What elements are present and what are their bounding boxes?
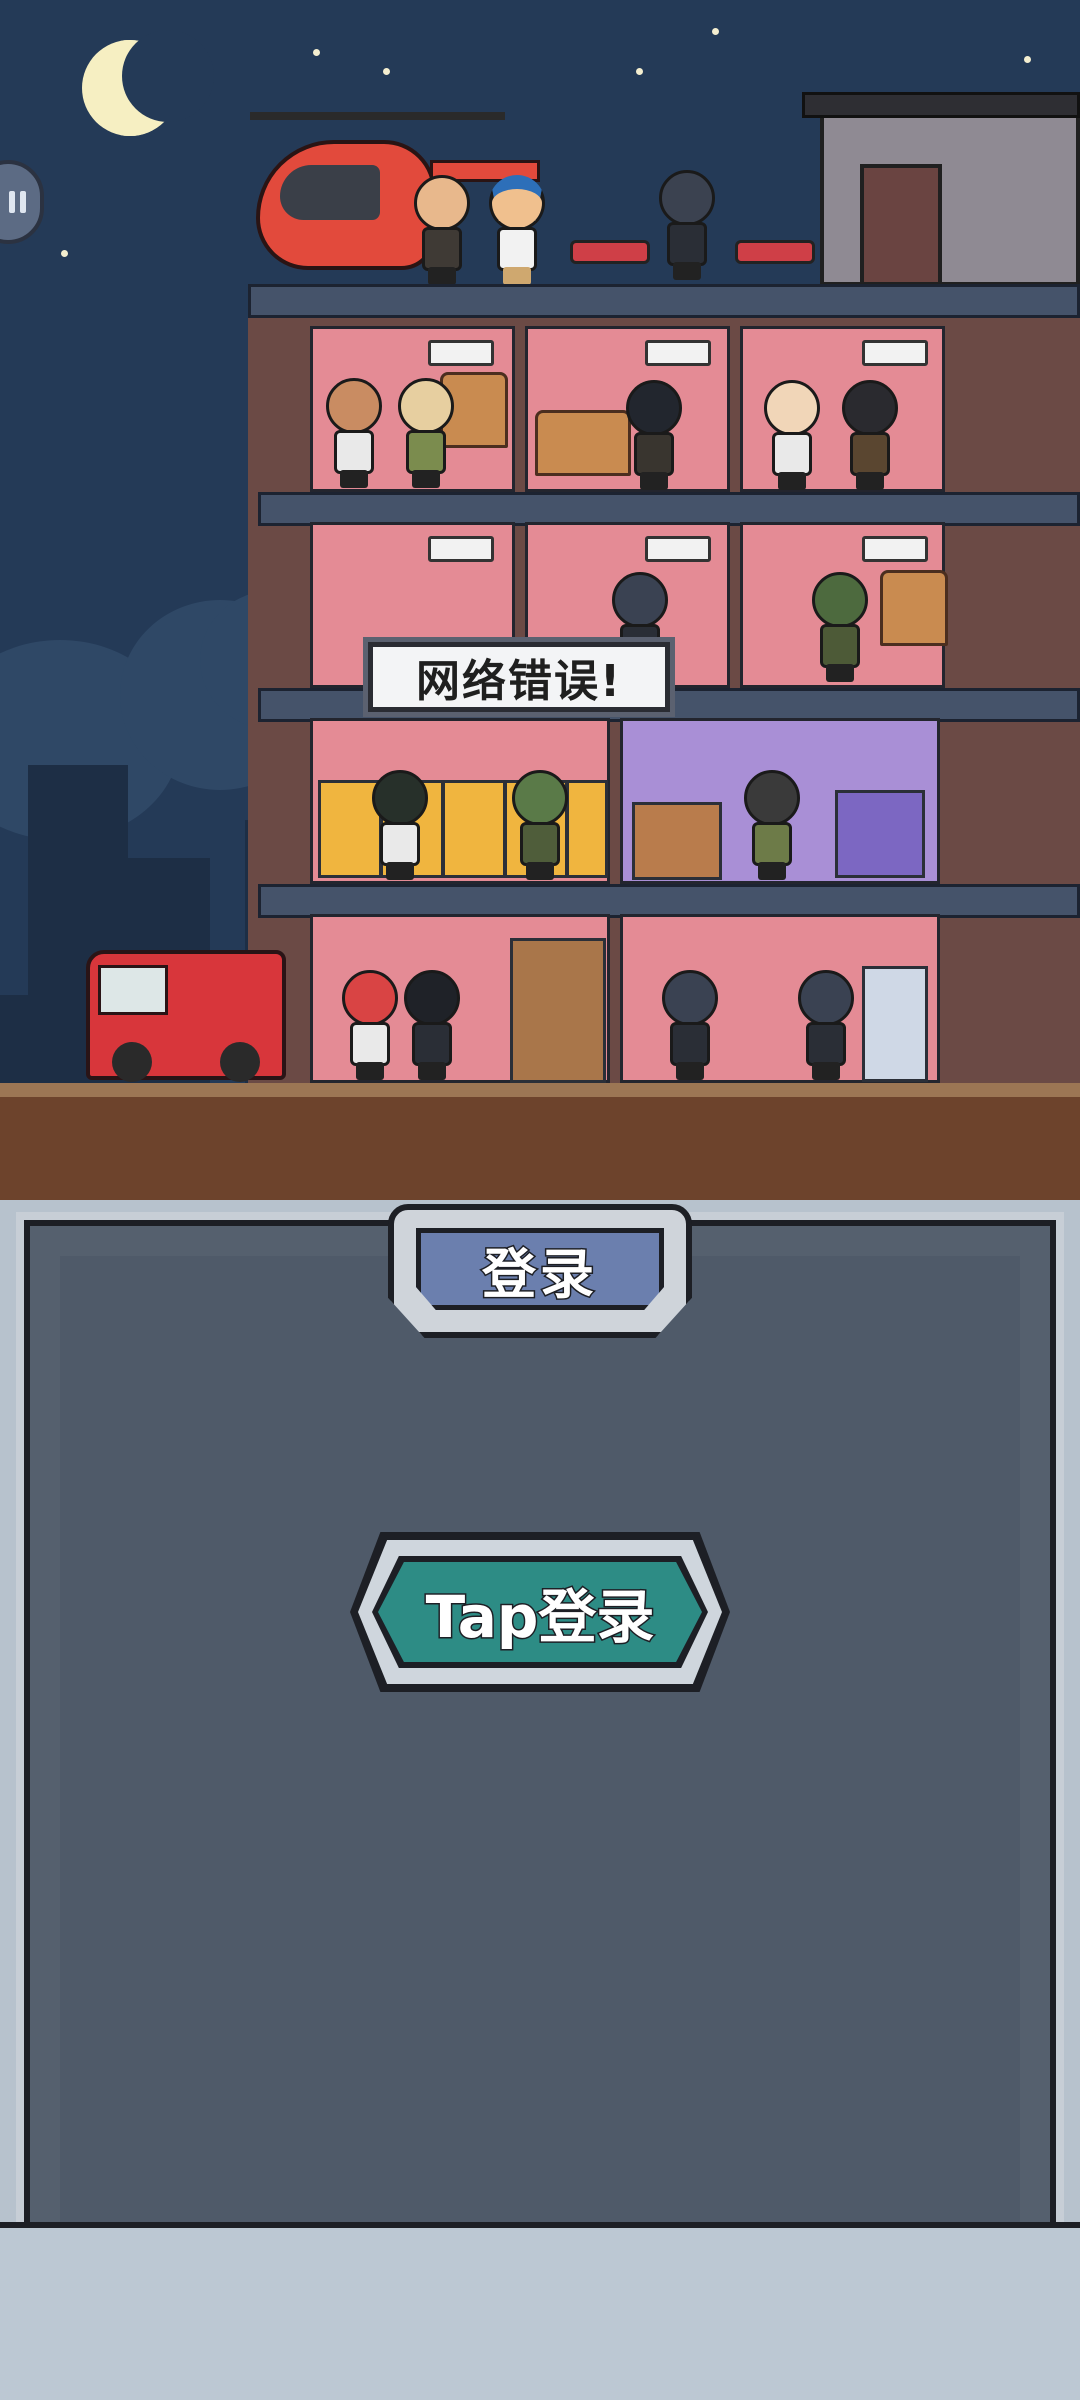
star <box>61 250 68 257</box>
air-conditioner <box>645 536 711 562</box>
character <box>794 970 858 1080</box>
display-cabinet <box>510 938 606 1083</box>
air-conditioner <box>862 340 928 366</box>
character <box>394 378 458 488</box>
bed <box>535 410 631 476</box>
character <box>740 770 804 880</box>
tap-login-label: Tap登录 <box>424 1582 656 1653</box>
pause-button[interactable] <box>0 160 44 244</box>
medical-shelf <box>862 966 928 1082</box>
tap-login-button[interactable]: Tap登录 <box>350 1532 730 1692</box>
floor-slab <box>258 884 1080 918</box>
tool-bench <box>632 802 722 880</box>
air-conditioner <box>645 340 711 366</box>
roof-floor <box>248 284 1080 318</box>
character <box>322 378 386 488</box>
character <box>808 572 872 682</box>
helicopter-rotor <box>250 112 505 120</box>
drone <box>570 240 650 264</box>
rooftop-eave <box>802 92 1080 118</box>
character <box>485 175 549 285</box>
network-error-banner: 网络错误! <box>363 637 675 717</box>
character <box>655 170 719 280</box>
rooftop-door <box>860 164 942 286</box>
network-error-text: 网络错误! <box>415 656 623 707</box>
bus-wheel <box>112 1042 152 1082</box>
login-tab-label: 登录 <box>481 1241 598 1307</box>
character <box>658 970 722 1080</box>
drone <box>735 240 815 264</box>
login-tab-inner: 登录 <box>416 1228 664 1310</box>
star <box>636 68 643 75</box>
character <box>368 770 432 880</box>
air-conditioner <box>862 536 928 562</box>
login-panel-body <box>60 1256 1020 2224</box>
star <box>712 28 719 35</box>
helicopter-window <box>280 165 380 220</box>
character <box>508 770 572 880</box>
game-scene: 网络错误! <box>0 0 1080 1200</box>
character <box>838 380 902 490</box>
login-panel <box>0 1200 1080 2400</box>
ground <box>0 1083 1080 1200</box>
wardrobe <box>880 570 948 646</box>
character <box>410 175 474 285</box>
character <box>338 970 402 1080</box>
login-tab: 登录 <box>388 1204 692 1338</box>
login-panel-footer <box>0 2222 1080 2400</box>
rooftop-house <box>820 96 1080 286</box>
air-conditioner <box>428 340 494 366</box>
robot-arm-machine <box>835 790 925 878</box>
air-conditioner <box>428 536 494 562</box>
character <box>760 380 824 490</box>
star <box>383 68 390 75</box>
floor-slab <box>258 492 1080 526</box>
bus-windshield <box>98 965 168 1015</box>
star <box>313 49 320 56</box>
tap-login-button-face: Tap登录 <box>378 1562 702 1662</box>
login-panel-frame <box>16 1212 1064 2238</box>
character <box>400 970 464 1080</box>
city-building <box>0 995 60 1085</box>
bus-wheel <box>220 1042 260 1082</box>
star <box>1024 56 1031 63</box>
character <box>622 380 686 490</box>
moon-shadow <box>122 30 214 122</box>
